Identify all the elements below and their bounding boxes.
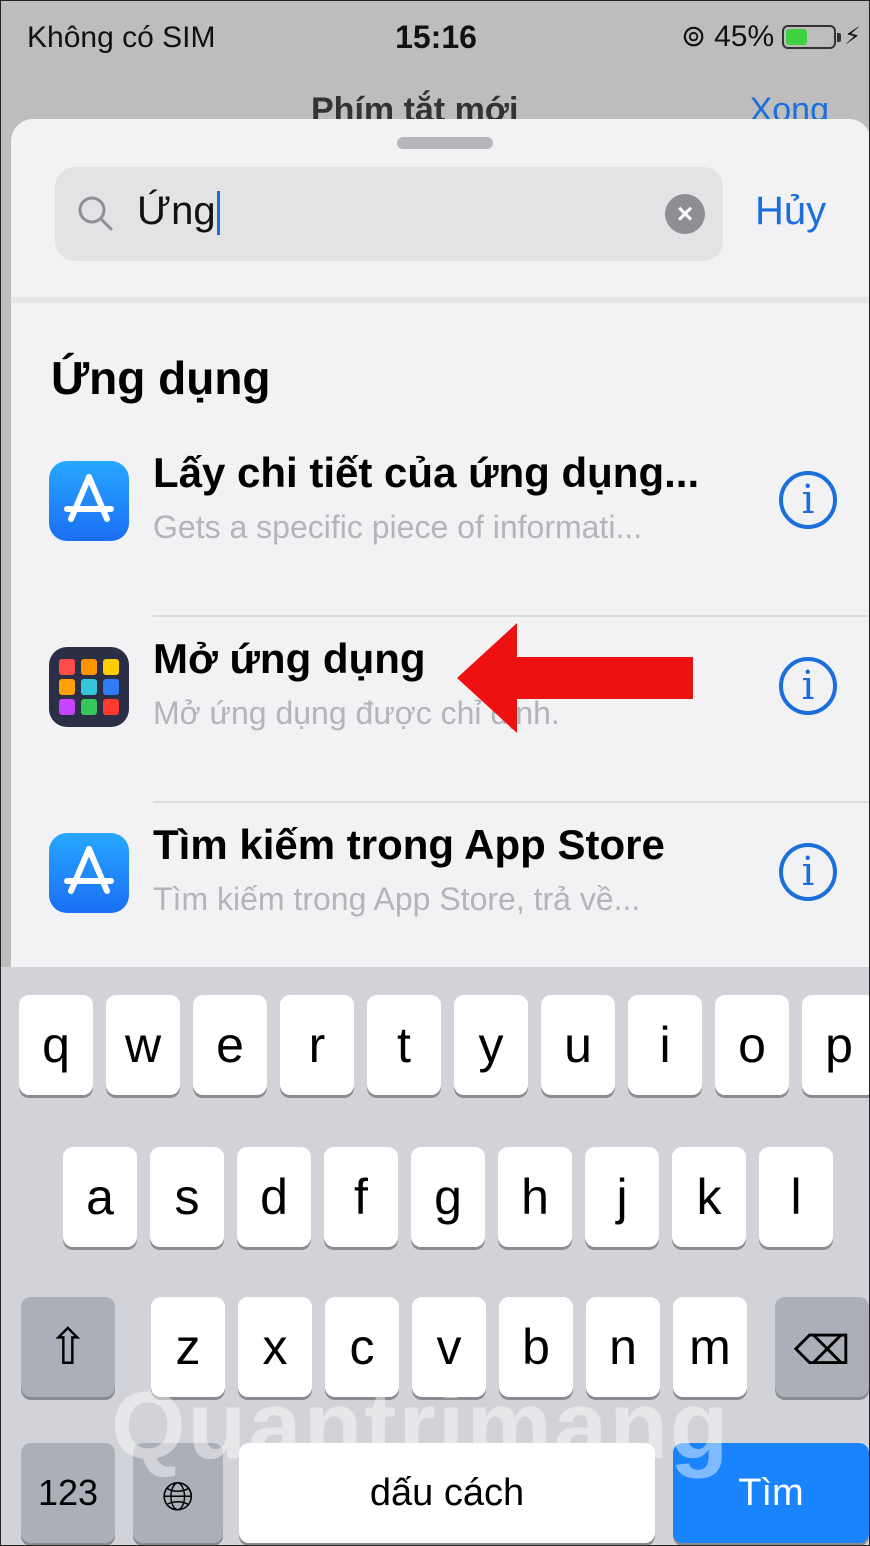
info-icon[interactable]: i	[779, 471, 837, 529]
key-j[interactable]: j	[585, 1147, 659, 1247]
numbers-key[interactable]: 123	[21, 1443, 115, 1543]
result-row[interactable]: Lấy chi tiết của ứng dụng... Gets a spec…	[11, 431, 869, 617]
sheet-grabber[interactable]	[397, 137, 493, 149]
shift-key[interactable]: ⇧	[21, 1297, 115, 1397]
result-title: Lấy chi tiết của ứng dụng...	[153, 449, 700, 496]
key-d[interactable]: d	[237, 1147, 311, 1247]
key-e[interactable]: e	[193, 995, 267, 1095]
result-subtitle: Tìm kiếm trong App Store, trả về...	[153, 881, 641, 917]
action-search-sheet: Ứng × Hủy Ứng dụng Lấy chi tiết của ứng …	[11, 119, 869, 979]
globe-icon: 🌐︎	[162, 1475, 194, 1519]
charging-icon: ⚡	[844, 23, 861, 50]
search-field[interactable]: Ứng ×	[55, 167, 723, 261]
key-k[interactable]: k	[672, 1147, 746, 1247]
key-i[interactable]: i	[628, 995, 702, 1095]
shift-icon: ⇧	[47, 1319, 89, 1375]
key-y[interactable]: y	[454, 995, 528, 1095]
divider	[11, 297, 869, 303]
section-title: Ứng dụng	[51, 352, 271, 404]
key-p[interactable]: p	[802, 995, 869, 1095]
battery-percent: 45%	[714, 19, 775, 53]
key-s[interactable]: s	[150, 1147, 224, 1247]
key-t[interactable]: t	[367, 995, 441, 1095]
red-arrow-annotation	[457, 623, 693, 733]
result-subtitle: Gets a specific piece of informati...	[153, 509, 643, 545]
search-icon	[78, 196, 113, 231]
key-q[interactable]: q	[19, 995, 93, 1095]
battery-icon	[782, 24, 842, 49]
status-right: ⊚ 45% ⚡	[681, 19, 861, 54]
delete-key[interactable]: ⌫	[775, 1297, 869, 1397]
clear-search-icon[interactable]: ×	[665, 194, 705, 234]
key-u[interactable]: u	[541, 995, 615, 1095]
key-a[interactable]: a	[63, 1147, 137, 1247]
cancel-button[interactable]: Hủy	[755, 189, 826, 234]
info-icon[interactable]: i	[779, 657, 837, 715]
result-row[interactable]: Tìm kiếm trong App Store Tìm kiếm trong …	[11, 803, 869, 989]
key-l[interactable]: l	[759, 1147, 833, 1247]
result-title: Mở ứng dụng	[153, 635, 426, 682]
key-g[interactable]: g	[411, 1147, 485, 1247]
search-input[interactable]: Ứng	[137, 189, 220, 236]
app-store-icon	[49, 461, 129, 541]
app-store-icon	[49, 833, 129, 913]
key-f[interactable]: f	[324, 1147, 398, 1247]
key-o[interactable]: o	[715, 995, 789, 1095]
key-h[interactable]: h	[498, 1147, 572, 1247]
result-row[interactable]: Mở ứng dụng Mở ứng dụng được chỉ định. i	[11, 617, 869, 803]
status-bar: Không có SIM 15:16 ⊚ 45% ⚡	[1, 1, 869, 81]
open-app-icon	[49, 647, 129, 727]
search-query-text: Ứng	[137, 189, 216, 233]
backspace-icon: ⌫	[793, 1329, 851, 1373]
info-icon[interactable]: i	[779, 843, 837, 901]
key-w[interactable]: w	[106, 995, 180, 1095]
text-cursor	[216, 191, 220, 236]
key-r[interactable]: r	[280, 995, 354, 1095]
screenshot-frame: Không có SIM 15:16 ⊚ 45% ⚡ Phím tắt mới …	[0, 0, 870, 1546]
watermark: Quantrimang	[111, 1372, 731, 1479]
orientation-lock-icon: ⊚	[680, 20, 707, 53]
result-title: Tìm kiếm trong App Store	[153, 821, 665, 868]
